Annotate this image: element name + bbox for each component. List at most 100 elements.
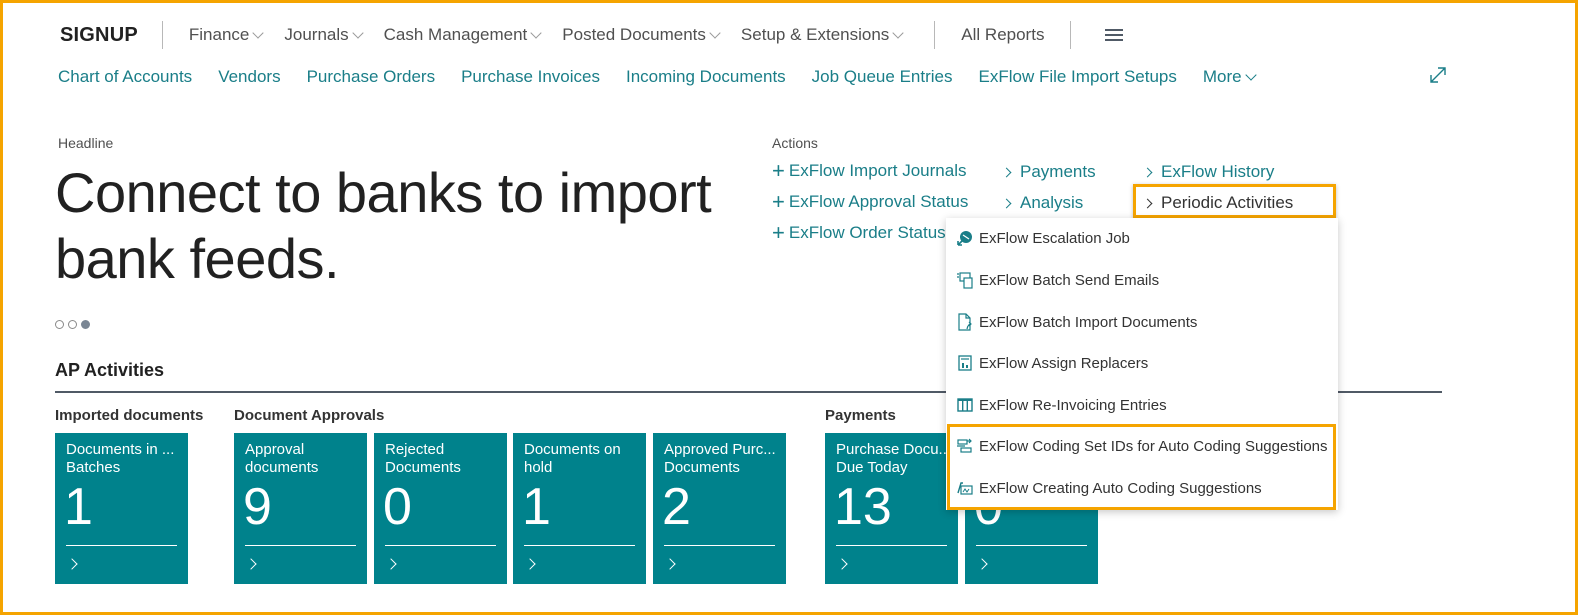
menu-item-creating-auto-coding-suggestions[interactable]: ExFlow Creating Auto Coding Suggestions bbox=[946, 471, 1338, 505]
tile-title-line: Due Today bbox=[836, 459, 908, 476]
nav-posted-documents[interactable]: Posted Documents bbox=[562, 25, 721, 45]
link-purchase-invoices[interactable]: Purchase Invoices bbox=[461, 67, 600, 87]
link-job-queue-entries[interactable]: Job Queue Entries bbox=[812, 67, 953, 87]
carousel-indicator bbox=[55, 320, 90, 329]
tile-approved-purchase-documents[interactable]: Approved Purc... Documents 2 bbox=[653, 433, 786, 584]
tile-documents-in-batches[interactable]: Documents in ... Batches 1 bbox=[55, 433, 188, 584]
nav-finance[interactable]: Finance bbox=[188, 25, 265, 45]
report-icon bbox=[958, 355, 972, 371]
periodic-activities-highlight bbox=[1133, 184, 1336, 218]
tile-value: 9 bbox=[243, 478, 272, 536]
tile-title: Approved Purc... Documents bbox=[664, 441, 782, 477]
sub-navigation: Chart of Accounts Vendors Purchase Order… bbox=[58, 64, 1281, 90]
carousel-dot[interactable] bbox=[55, 320, 64, 329]
tile-divider bbox=[245, 545, 356, 546]
link-exflow-file-import-setups[interactable]: ExFlow File Import Setups bbox=[978, 67, 1176, 87]
nav-setup-extensions-label: Setup & Extensions bbox=[740, 25, 890, 44]
more-label: More bbox=[1202, 67, 1242, 86]
nav-journals[interactable]: Journals bbox=[284, 25, 364, 45]
chevron-right-icon bbox=[524, 558, 536, 570]
link-chart-of-accounts[interactable]: Chart of Accounts bbox=[58, 67, 192, 87]
chevron-right-icon bbox=[1001, 167, 1012, 177]
tile-purchase-documents-due-today[interactable]: Purchase Docu... Due Today 13 bbox=[825, 433, 958, 584]
action-group-analysis[interactable]: Analysis bbox=[1001, 193, 1083, 213]
group-document-approvals: Document Approvals bbox=[234, 407, 385, 424]
tile-approval-documents[interactable]: Approval documents 9 bbox=[234, 433, 367, 584]
ap-activities-title: AP Activities bbox=[55, 360, 165, 380]
action-label: ExFlow Order Status bbox=[788, 223, 946, 242]
group-imported-documents: Imported documents bbox=[55, 407, 204, 424]
action-label: ExFlow Approval Status bbox=[788, 192, 969, 211]
actions-label: Actions bbox=[772, 135, 818, 151]
tile-title: Purchase Docu... Due Today bbox=[836, 441, 954, 477]
hamburger-icon[interactable] bbox=[1105, 29, 1124, 41]
nav-setup-extensions[interactable]: Setup & Extensions bbox=[740, 25, 904, 45]
company-name[interactable]: SIGNUP bbox=[60, 24, 138, 47]
escalation-icon bbox=[957, 231, 972, 246]
action-label: ExFlow History bbox=[1161, 162, 1275, 181]
batch-email-icon bbox=[957, 272, 973, 289]
menu-item-coding-set-ids[interactable]: ExFlow Coding Set IDs for Auto Coding Su… bbox=[946, 429, 1338, 463]
nav-finance-label: Finance bbox=[188, 25, 250, 44]
tile-documents-on-hold[interactable]: Documents on hold 1 bbox=[513, 433, 646, 584]
group-payments: Payments bbox=[825, 407, 896, 424]
periodic-activities-menu: ExFlow Escalation Job ExFlow Batch Send … bbox=[946, 218, 1338, 510]
tile-title-line: hold bbox=[524, 459, 553, 476]
link-incoming-documents[interactable]: Incoming Documents bbox=[626, 67, 786, 87]
tile-divider bbox=[976, 545, 1087, 546]
action-exflow-order-status[interactable]: + ExFlow Order Status bbox=[772, 222, 946, 244]
menu-item-re-invoicing-entries[interactable]: ExFlow Re-Invoicing Entries bbox=[946, 388, 1338, 422]
tile-title: Documents in ... Batches bbox=[66, 441, 184, 477]
chevron-right-icon bbox=[1001, 198, 1012, 208]
menu-item-batch-send-emails[interactable]: ExFlow Batch Send Emails bbox=[946, 263, 1338, 297]
action-group-payments[interactable]: Payments bbox=[1001, 162, 1096, 182]
tile-title-line: Approval bbox=[245, 441, 305, 458]
chevron-down-icon bbox=[1244, 68, 1257, 81]
action-exflow-import-journals[interactable]: + ExFlow Import Journals bbox=[772, 160, 966, 182]
nav-all-reports[interactable]: All Reports bbox=[961, 25, 1044, 45]
carousel-dot-active[interactable] bbox=[81, 320, 90, 329]
tile-divider bbox=[385, 545, 496, 546]
tile-divider bbox=[836, 545, 947, 546]
nav-journals-label: Journals bbox=[284, 25, 349, 44]
tile-value: 13 bbox=[834, 478, 892, 536]
chevron-down-icon bbox=[351, 26, 364, 39]
tile-title-line: Documents bbox=[664, 459, 740, 476]
carousel-dot[interactable] bbox=[68, 320, 77, 329]
document-import-icon bbox=[958, 313, 972, 331]
tile-title-line: Rejected bbox=[385, 441, 445, 458]
link-vendors[interactable]: Vendors bbox=[218, 67, 280, 87]
action-label: Payments bbox=[1020, 162, 1096, 181]
tile-title: Rejected Documents bbox=[385, 441, 503, 477]
expand-icon[interactable] bbox=[1428, 65, 1448, 85]
chevron-down-icon bbox=[252, 26, 265, 39]
tile-title-line: Documents in ... bbox=[66, 441, 175, 458]
action-group-exflow-history[interactable]: ExFlow History bbox=[1142, 162, 1274, 182]
menu-item-batch-import-documents[interactable]: ExFlow Batch Import Documents bbox=[946, 305, 1338, 339]
tile-title-line: documents bbox=[245, 459, 319, 476]
link-purchase-orders[interactable]: Purchase Orders bbox=[307, 67, 436, 87]
action-exflow-approval-status[interactable]: + ExFlow Approval Status bbox=[772, 191, 968, 213]
action-label: ExFlow Import Journals bbox=[788, 161, 967, 180]
tile-value: 1 bbox=[64, 478, 93, 536]
more-menu[interactable]: More bbox=[1202, 67, 1257, 87]
chevron-down-icon bbox=[892, 26, 904, 39]
nav-cash-management-label: Cash Management bbox=[383, 25, 528, 44]
nav-cash-management[interactable]: Cash Management bbox=[383, 25, 542, 45]
menu-item-label: ExFlow Assign Replacers bbox=[979, 354, 1149, 372]
menu-item-label: ExFlow Re-Invoicing Entries bbox=[979, 396, 1167, 414]
plus-icon: + bbox=[772, 158, 785, 183]
tile-value: 1 bbox=[522, 478, 551, 536]
menu-item-assign-replacers[interactable]: ExFlow Assign Replacers bbox=[946, 346, 1338, 380]
menu-item-label: ExFlow Coding Set IDs for Auto Coding Su… bbox=[979, 437, 1328, 455]
plus-icon: + bbox=[772, 189, 785, 214]
auto-coding-icon bbox=[957, 482, 973, 495]
tile-value: 0 bbox=[383, 478, 412, 536]
tile-rejected-documents[interactable]: Rejected Documents 0 bbox=[374, 433, 507, 584]
tile-title-line: Documents on bbox=[524, 441, 621, 458]
plus-icon: + bbox=[772, 220, 785, 245]
headline-text: Connect to banks to import bank feeds. bbox=[55, 161, 712, 290]
divider bbox=[934, 21, 936, 49]
menu-item-escalation-job[interactable]: ExFlow Escalation Job bbox=[946, 221, 1338, 255]
menu-item-label: ExFlow Batch Send Emails bbox=[979, 271, 1160, 289]
